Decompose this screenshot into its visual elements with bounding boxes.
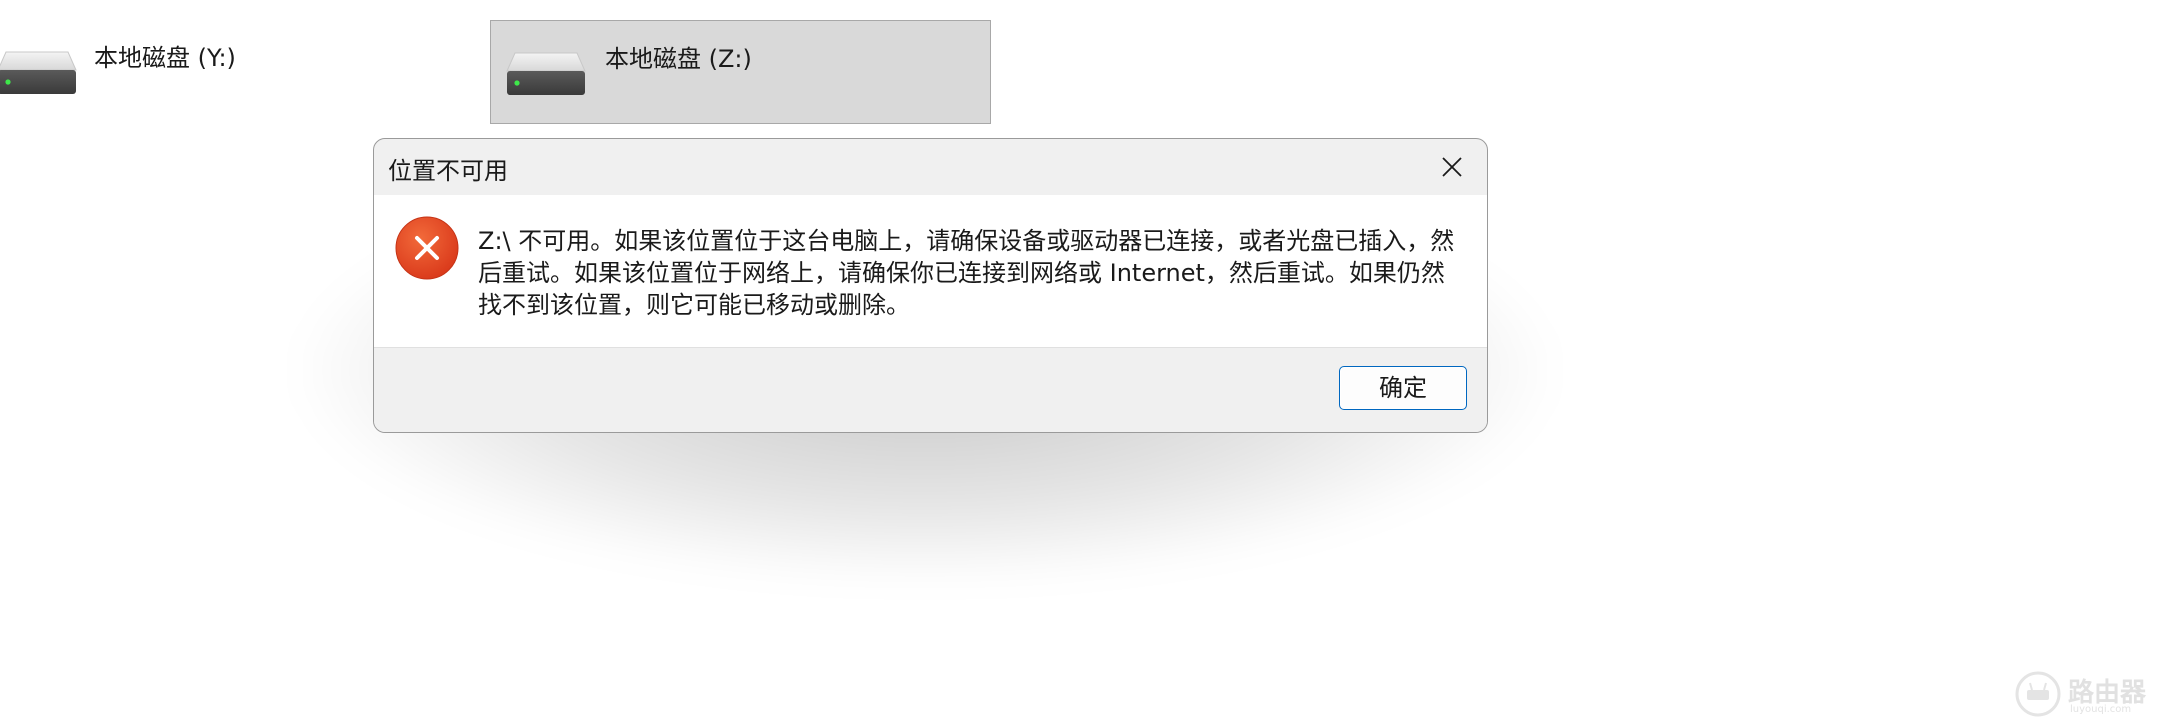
watermark-subtext: luyouqi.com	[2070, 704, 2132, 715]
drive-tile-y[interactable]: 本地磁盘 (Y:)	[0, 20, 300, 124]
hard-drive-icon	[0, 51, 77, 94]
location-unavailable-dialog: 位置不可用 Z:\ 不可用。如果该位置位于这台电脑上，请确保设备或驱动器已连接，…	[373, 138, 1488, 433]
dialog-title: 位置不可用	[388, 157, 508, 185]
dialog-titlebar[interactable]: 位置不可用	[374, 139, 1487, 195]
error-icon	[395, 216, 459, 280]
dialog-body: Z:\ 不可用。如果该位置位于这台电脑上，请确保设备或驱动器已连接，或者光盘已插…	[374, 195, 1487, 347]
close-icon	[1442, 157, 1462, 177]
drive-tile-z[interactable]: 本地磁盘 (Z:)	[490, 20, 991, 124]
error-message: Z:\ 不可用。如果该位置位于这台电脑上，请确保设备或驱动器已连接，或者光盘已插…	[478, 227, 1455, 319]
hard-drive-icon	[506, 52, 586, 95]
explorer-window: 本地磁盘 (Y:) 本地磁盘 (Z:) 位置不可用 Z:\ 不可用。如果该位置位…	[0, 0, 2161, 726]
drive-label-y: 本地磁盘 (Y:)	[94, 44, 236, 72]
router-logo-icon	[2015, 671, 2061, 717]
clipped-top-text	[0, 0, 2161, 6]
dialog-footer: 确定	[374, 347, 1487, 432]
close-button[interactable]	[1431, 147, 1473, 187]
drive-label-z: 本地磁盘 (Z:)	[605, 45, 752, 73]
watermark-logo: 路由器 luyouqi.com	[2014, 670, 2149, 718]
ok-button[interactable]: 确定	[1339, 366, 1467, 410]
